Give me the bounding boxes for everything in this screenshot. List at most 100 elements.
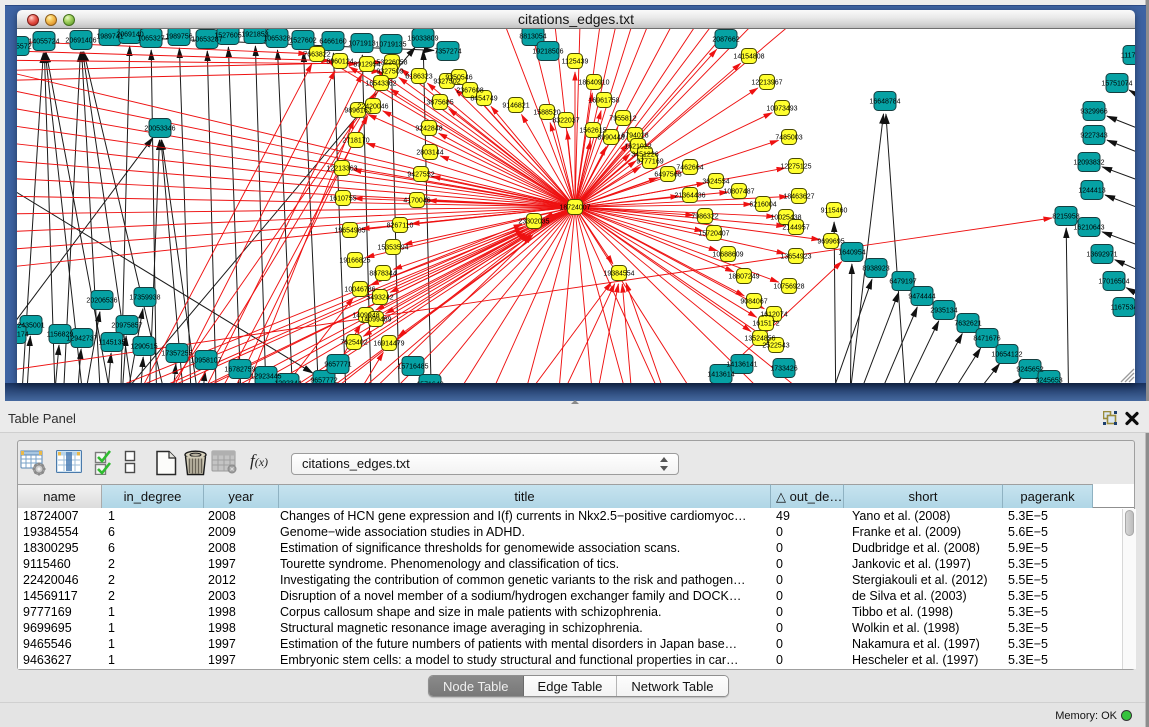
svg-text:1527602: 1527602	[289, 38, 316, 45]
svg-text:10958107: 10958107	[190, 358, 221, 365]
svg-text:1117235: 1117235	[1121, 53, 1135, 60]
svg-text:12942737: 12942737	[66, 336, 97, 343]
svg-text:7625402: 7625402	[340, 340, 367, 347]
svg-text:13524856: 13524856	[744, 336, 775, 343]
svg-text:6479197: 6479197	[889, 279, 916, 286]
svg-text:16961758: 16961758	[588, 98, 619, 105]
svg-text:9327509: 9327509	[376, 69, 403, 76]
svg-text:7663822: 7663822	[303, 52, 330, 59]
svg-text:1588520: 1588520	[533, 110, 560, 117]
svg-text:2803144: 2803144	[416, 150, 443, 157]
svg-text:6216004: 6216004	[749, 202, 776, 209]
svg-text:15751074: 15751074	[1101, 81, 1132, 88]
svg-text:9699695: 9699695	[817, 239, 844, 246]
svg-text:1125439: 1125439	[562, 59, 589, 66]
svg-text:2935134: 2935134	[930, 308, 957, 315]
svg-text:16033809: 16033809	[407, 36, 438, 43]
svg-text:10973493: 10973493	[766, 106, 797, 113]
svg-text:15716485: 15716485	[397, 364, 428, 371]
svg-text:10046786: 10046786	[344, 287, 375, 294]
svg-text:16543362: 16543362	[365, 81, 396, 88]
svg-text:18724007: 18724007	[559, 205, 590, 212]
svg-text:21364436: 21364436	[674, 193, 705, 200]
svg-text:1527605: 1527605	[214, 33, 241, 40]
svg-text:7485003: 7485003	[775, 135, 802, 142]
svg-text:14055724: 14055724	[28, 39, 59, 46]
svg-text:6794028: 6794028	[621, 133, 648, 140]
svg-text:3875685: 3875685	[426, 100, 453, 107]
svg-text:1167534: 1167534	[1111, 305, 1135, 312]
svg-text:8322037: 8322037	[552, 118, 579, 125]
svg-text:15720407: 15720407	[698, 231, 729, 238]
svg-text:13654923: 13654923	[780, 254, 811, 261]
svg-text:1413614: 1413614	[707, 372, 734, 379]
svg-text:19218506: 19218506	[532, 49, 563, 56]
svg-text:14099489: 14099489	[360, 317, 391, 324]
svg-text:9777169: 9777169	[636, 159, 663, 166]
svg-text:9329966: 9329966	[1080, 109, 1107, 116]
svg-text:9115460: 9115460	[821, 208, 848, 215]
svg-text:9896163: 9896163	[344, 108, 371, 115]
svg-text:17357255: 17357255	[161, 351, 192, 358]
svg-text:8813054: 8813054	[519, 34, 546, 41]
svg-text:2367608: 2367608	[456, 88, 483, 95]
svg-text:2522543: 2522543	[762, 343, 789, 350]
svg-text:9657772: 9657772	[310, 378, 337, 384]
svg-text:9242848: 9242848	[415, 126, 442, 133]
svg-text:1562615: 1562615	[579, 128, 606, 135]
svg-text:10756928: 10756928	[773, 284, 804, 291]
svg-text:1244413: 1244413	[1078, 188, 1105, 195]
svg-text:3451226: 3451226	[631, 152, 658, 159]
svg-text:1989756: 1989756	[165, 34, 192, 41]
svg-text:1292344: 1292344	[274, 381, 301, 384]
svg-text:7986322: 7986322	[691, 214, 718, 221]
svg-text:19166825: 19166825	[339, 258, 370, 265]
svg-text:9146821: 9146821	[502, 103, 529, 110]
svg-text:9245652: 9245652	[1016, 367, 1043, 374]
svg-text:3624554: 3624554	[702, 179, 729, 186]
svg-text:5493242: 5493242	[366, 295, 393, 302]
svg-text:8471676: 8471676	[973, 336, 1000, 343]
svg-text:10719135: 10719135	[375, 42, 406, 49]
svg-text:19384554: 19384554	[603, 271, 634, 278]
svg-text:12275125: 12275125	[780, 164, 811, 171]
svg-text:16210643: 16210643	[1073, 225, 1104, 232]
svg-text:12213967: 12213967	[751, 80, 782, 87]
svg-text:8938923: 8938923	[862, 266, 889, 273]
svg-text:9084067: 9084067	[740, 299, 767, 306]
svg-text:19654985: 19654985	[334, 228, 365, 235]
svg-text:8186323: 8186323	[405, 74, 432, 81]
svg-text:23302035: 23302035	[518, 219, 549, 226]
svg-text:13692971: 13692971	[1086, 252, 1117, 259]
svg-text:3915174: 3915174	[17, 332, 29, 339]
svg-text:1733426: 1733426	[770, 366, 797, 373]
svg-text:8960124: 8960124	[326, 59, 353, 66]
svg-text:18807249: 18807249	[728, 274, 759, 281]
svg-text:1612074: 1612074	[760, 312, 787, 319]
svg-text:1065328: 1065328	[263, 36, 290, 43]
svg-text:4170046: 4170046	[403, 198, 430, 205]
svg-text:16914479: 16914479	[373, 341, 404, 348]
svg-text:2435001: 2435001	[17, 323, 44, 330]
svg-text:1071913: 1071913	[348, 41, 375, 48]
svg-text:7632621: 7632621	[954, 321, 981, 328]
svg-text:9427552: 9427552	[407, 172, 434, 179]
svg-text:10025438: 10025438	[770, 215, 801, 222]
svg-text:12923445: 12923445	[250, 374, 281, 381]
svg-text:20975857: 20975857	[111, 323, 142, 330]
svg-text:9227343: 9227343	[1080, 133, 1107, 140]
svg-text:9350546: 9350546	[445, 75, 472, 82]
svg-text:8215958: 8215958	[1052, 214, 1079, 221]
svg-text:2718170: 2718170	[342, 138, 369, 145]
svg-text:18463627: 18463627	[783, 194, 814, 201]
svg-text:2087662: 2087662	[712, 37, 739, 44]
svg-text:16782759: 16782759	[224, 367, 255, 374]
svg-text:7955812: 7955812	[609, 116, 636, 123]
svg-text:10688609: 10688609	[712, 252, 743, 259]
svg-text:8454749: 8454749	[470, 96, 497, 103]
svg-text:16648784: 16648784	[869, 99, 900, 106]
svg-text:8267110: 8267110	[387, 223, 414, 230]
svg-text:20206536: 20206536	[86, 298, 117, 305]
svg-text:1640954: 1640954	[838, 250, 865, 257]
svg-text:17016504: 17016504	[1098, 279, 1129, 286]
